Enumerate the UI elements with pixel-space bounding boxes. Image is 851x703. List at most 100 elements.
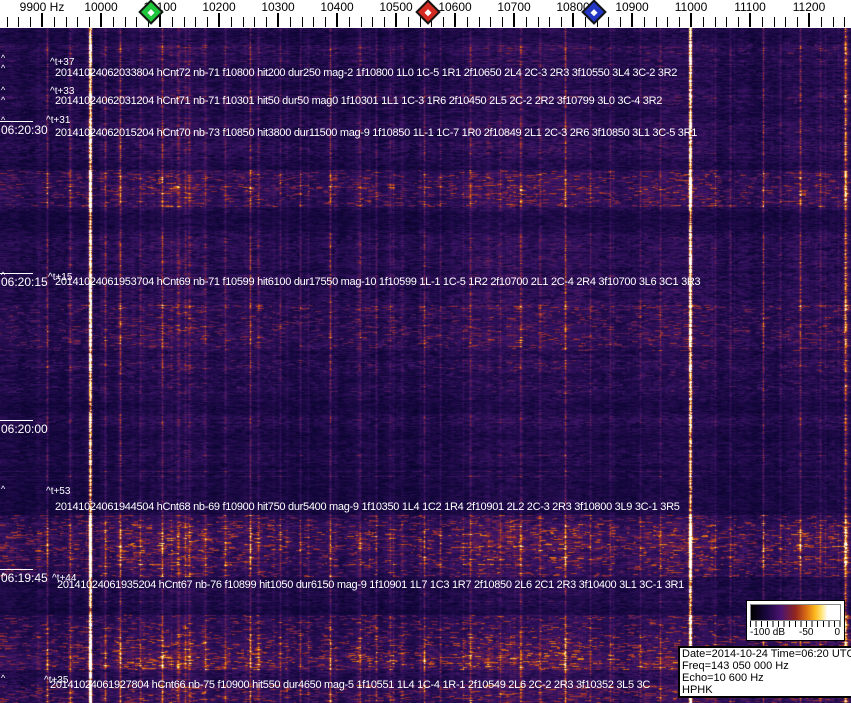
freq-minor-tick bbox=[773, 17, 775, 27]
freq-minor-tick bbox=[325, 17, 327, 27]
freq-minor-tick bbox=[89, 17, 91, 27]
freq-minor-tick bbox=[797, 17, 799, 27]
event-caret-icon: ^ bbox=[1, 115, 6, 125]
freq-minor-tick bbox=[549, 17, 551, 27]
freq-tick-label: 10000 bbox=[84, 0, 118, 14]
event-caret-icon: ^ bbox=[1, 270, 6, 280]
freq-minor-tick bbox=[726, 17, 728, 27]
freq-tick-label: 9900 Hz bbox=[19, 0, 65, 14]
freq-minor-tick bbox=[30, 17, 32, 27]
event-detection-line: 20141024061944504 hCnt68 nb-69 f10900 hi… bbox=[55, 501, 680, 513]
event-detection-line: 20141024062015204 hCnt70 nb-73 f10850 hi… bbox=[55, 127, 698, 139]
freq-minor-tick bbox=[77, 17, 79, 27]
legend-label-max: 0 bbox=[834, 627, 840, 638]
freq-major-tick bbox=[513, 13, 515, 27]
freq-minor-tick bbox=[419, 17, 421, 27]
freq-minor-tick bbox=[348, 17, 350, 27]
freq-tick-label: 10400 bbox=[320, 0, 354, 14]
freq-minor-tick bbox=[195, 17, 197, 27]
freq-minor-tick bbox=[65, 17, 67, 27]
freq-tick-label: 10300 bbox=[261, 0, 295, 14]
status-info-box: Date=2014-10-24 Time=06:20 UTC Freq=143 … bbox=[678, 646, 851, 698]
freq-tick-label: 11000 bbox=[674, 0, 708, 14]
freq-major-tick bbox=[41, 13, 43, 27]
freq-minor-tick bbox=[242, 17, 244, 27]
color-gradient-bar bbox=[750, 604, 841, 621]
event-detection-line: 20141024061953704 hCnt69 nb-71 f10599 hi… bbox=[55, 276, 701, 288]
freq-tick-label: 10700 bbox=[497, 0, 531, 14]
freq-major-tick bbox=[218, 13, 220, 27]
freq-minor-tick bbox=[360, 17, 362, 27]
time-label: 06:20:30 bbox=[1, 123, 48, 137]
freq-minor-tick bbox=[171, 17, 173, 27]
freq-minor-tick bbox=[679, 17, 681, 27]
diamond-core bbox=[424, 8, 432, 16]
info-station-id: HPHK bbox=[682, 684, 713, 696]
freq-minor-tick bbox=[820, 17, 822, 27]
event-caret-icon: ^ bbox=[1, 95, 6, 105]
freq-major-tick bbox=[749, 13, 751, 27]
freq-minor-tick bbox=[502, 17, 504, 27]
info-echo-freq: Echo=10 600 Hz bbox=[682, 672, 764, 684]
freq-minor-tick bbox=[643, 17, 645, 27]
freq-tick-label: 11100 bbox=[734, 0, 766, 14]
freq-minor-tick bbox=[655, 17, 657, 27]
freq-minor-tick bbox=[53, 17, 55, 27]
freq-minor-tick bbox=[183, 17, 185, 27]
event-caret-icon: ^ bbox=[1, 484, 6, 494]
freq-major-tick bbox=[100, 13, 102, 27]
freq-minor-tick bbox=[254, 17, 256, 27]
time-tick-line bbox=[0, 420, 33, 421]
freq-minor-tick bbox=[832, 17, 834, 27]
freq-major-tick bbox=[808, 13, 810, 27]
freq-tick-label: 10200 bbox=[202, 0, 236, 14]
event-detection-line: 20141024061927804 hCnt66 nb-75 f10900 hi… bbox=[50, 679, 651, 691]
legend-label-mid: -50 bbox=[799, 627, 814, 638]
freq-minor-tick bbox=[313, 17, 315, 27]
legend-label-min: -100 dB bbox=[750, 627, 786, 638]
freq-minor-tick bbox=[844, 17, 846, 27]
freq-minor-tick bbox=[207, 17, 209, 27]
freq-minor-tick bbox=[443, 17, 445, 27]
freq-minor-tick bbox=[667, 17, 669, 27]
db-color-scale: -100 dB -50 0 bbox=[746, 600, 845, 641]
freq-minor-tick bbox=[561, 17, 563, 27]
freq-minor-tick bbox=[620, 17, 622, 27]
freq-minor-tick bbox=[584, 17, 586, 27]
event-time-offset-marker: ^t+31 bbox=[46, 115, 71, 126]
event-caret-icon: ^ bbox=[1, 53, 6, 63]
event-caret-icon: ^ bbox=[1, 571, 6, 581]
event-caret-icon: ^ bbox=[1, 673, 6, 683]
freq-minor-tick bbox=[490, 17, 492, 27]
freq-minor-tick bbox=[478, 17, 480, 27]
time-label: 06:20:00 bbox=[1, 422, 48, 436]
freq-major-tick bbox=[690, 13, 692, 27]
freq-minor-tick bbox=[466, 17, 468, 27]
freq-minor-tick bbox=[714, 17, 716, 27]
diamond-core bbox=[590, 8, 598, 16]
freq-minor-tick bbox=[608, 17, 610, 27]
freq-tick-label: 11200 bbox=[792, 0, 826, 14]
event-time-offset-marker: ^t+53 bbox=[46, 486, 71, 497]
freq-minor-tick bbox=[384, 17, 386, 27]
event-caret-icon: ^ bbox=[1, 85, 6, 95]
info-frequency: Freq=143 050 000 Hz bbox=[682, 660, 789, 672]
freq-tick-label: 10900 bbox=[615, 0, 649, 14]
freq-minor-tick bbox=[230, 17, 232, 27]
freq-minor-tick bbox=[289, 17, 291, 27]
freq-minor-tick bbox=[785, 17, 787, 27]
freq-minor-tick bbox=[407, 17, 409, 27]
event-detection-line: 20141024062031204 hCnt71 nb-71 f10301 hi… bbox=[55, 95, 663, 107]
legend-labels: -100 dB -50 0 bbox=[747, 627, 844, 639]
freq-minor-tick bbox=[124, 17, 126, 27]
time-tick-line bbox=[0, 569, 33, 570]
freq-major-tick bbox=[277, 13, 279, 27]
freq-minor-tick bbox=[372, 17, 374, 27]
info-date-time: Date=2014-10-24 Time=06:20 UTC bbox=[682, 648, 851, 660]
freq-major-tick bbox=[395, 13, 397, 27]
freq-major-tick bbox=[336, 13, 338, 27]
freq-minor-tick bbox=[6, 17, 8, 27]
freq-tick-label: 10600 bbox=[438, 0, 472, 14]
freq-minor-tick bbox=[738, 17, 740, 27]
freq-minor-tick bbox=[112, 17, 114, 27]
